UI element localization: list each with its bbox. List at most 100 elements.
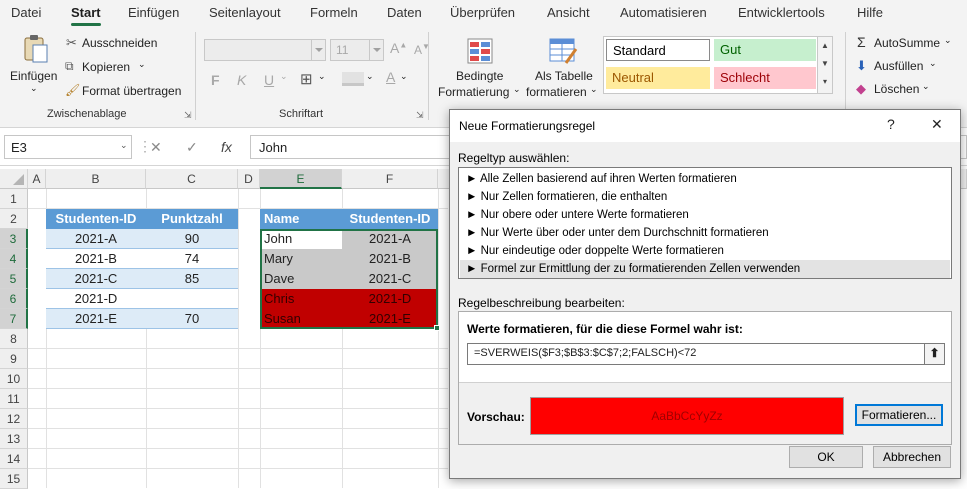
fill-color-dropdown-icon[interactable]: ⌄ (366, 71, 374, 82)
fill-button[interactable]: Ausfüllen (874, 59, 923, 73)
column-header-d[interactable]: D (238, 169, 260, 189)
table2-cell-name-highlighted[interactable]: Chris (260, 289, 342, 309)
row-header[interactable]: 9 (0, 349, 28, 369)
table2-header-name[interactable]: Name (260, 209, 342, 229)
gallery-up-icon[interactable]: ▲ (818, 37, 832, 55)
conditional-formatting-icon[interactable] (466, 37, 494, 65)
insert-function-icon[interactable]: fx (221, 139, 232, 155)
font-launcher-icon[interactable]: ⇲ (416, 110, 424, 121)
autosum-dropdown-icon[interactable]: ⌄ (944, 35, 952, 46)
styles-gallery-scroll[interactable]: ▲ ▼ ▾ (817, 36, 833, 94)
paste-dropdown-icon[interactable]: ⌄ (30, 83, 38, 94)
ruletype-item[interactable]: ► Nur eindeutige oder doppelte Werte for… (460, 242, 950, 260)
table1-cell-score[interactable]: 74 (146, 249, 238, 269)
row-header[interactable]: 7 (0, 309, 28, 329)
format-as-table-label-1[interactable]: Als Tabelle (535, 69, 593, 83)
confirm-icon[interactable]: ✓ (186, 139, 198, 156)
row-header[interactable]: 1 (0, 189, 28, 209)
font-size-combo[interactable]: 11 (330, 39, 384, 61)
font-size-dropdown-icon[interactable] (369, 40, 383, 60)
table2-cell-id[interactable]: 2021-B (342, 249, 438, 269)
row-header[interactable]: 15 (0, 469, 28, 489)
table1-cell-score[interactable] (146, 289, 238, 309)
select-all-corner[interactable] (0, 169, 28, 189)
tab-formeln[interactable]: Formeln (310, 5, 358, 20)
table2-cell-name-active[interactable]: John (260, 229, 342, 249)
underline-dropdown-icon[interactable]: ⌄ (280, 71, 288, 82)
column-header-f[interactable]: F (342, 169, 438, 189)
tab-daten[interactable]: Daten (387, 5, 422, 20)
fill-handle[interactable] (434, 325, 440, 331)
column-header-c[interactable]: C (146, 169, 238, 189)
row-header[interactable]: 2 (0, 209, 28, 229)
font-name-combo[interactable] (204, 39, 326, 61)
fill-color-icon[interactable] (342, 72, 364, 86)
ruletype-item[interactable]: ► Nur Werte über oder unter dem Durchsch… (460, 224, 950, 242)
tab-automatisieren[interactable]: Automatisieren (620, 5, 707, 20)
grow-font-icon[interactable]: A▲ (390, 40, 407, 56)
style-neutral[interactable]: Neutral (606, 67, 710, 89)
close-icon[interactable]: ✕ (931, 116, 943, 133)
name-box-dropdown-icon[interactable]: ⌄ (120, 140, 128, 151)
row-header[interactable]: 5 (0, 269, 28, 289)
gallery-more-icon[interactable]: ▾ (818, 73, 832, 91)
table1-cell-id[interactable]: 2021-C (46, 269, 146, 289)
font-color-dropdown-icon[interactable]: ⌄ (400, 71, 408, 82)
help-icon[interactable]: ? (887, 116, 895, 132)
copy-button[interactable]: Kopieren (82, 60, 130, 74)
ruletype-item[interactable]: ► Nur obere oder untere Werte formatiere… (460, 206, 950, 224)
ruletype-item[interactable]: ► Alle Zellen basierend auf ihren Werten… (460, 170, 950, 188)
format-as-table-button[interactable]: formatieren (526, 85, 587, 99)
style-bad[interactable]: Schlecht (714, 67, 816, 89)
clipboard-launcher-icon[interactable]: ⇲ (184, 110, 192, 121)
clear-dropdown-icon[interactable]: ⌄ (922, 81, 930, 92)
dialog-titlebar[interactable]: Neue Formatierungsregel ? ✕ (450, 110, 960, 142)
table1-cell-id[interactable]: 2021-A (46, 229, 146, 249)
cancel-button[interactable]: Abbrechen (873, 446, 951, 468)
paste-button[interactable]: Einfügen (10, 69, 57, 83)
formula-field[interactable]: =SVERWEIS($F3;$B$3:$C$7;2;FALSCH)<72 ⬆ (467, 343, 945, 365)
ok-button[interactable]: OK (789, 446, 863, 468)
paste-icon[interactable] (22, 34, 50, 64)
row-header[interactable]: 10 (0, 369, 28, 389)
italic-button[interactable]: K (237, 72, 246, 88)
row-header[interactable]: 14 (0, 449, 28, 469)
table2-cell-name[interactable]: Mary (260, 249, 342, 269)
font-name-dropdown-icon[interactable] (311, 40, 325, 60)
table1-cell-id[interactable]: 2021-D (46, 289, 146, 309)
row-header[interactable]: 3 (0, 229, 28, 249)
borders-dropdown-icon[interactable]: ⌄ (318, 71, 326, 82)
conditional-formatting-button[interactable]: Formatierung (438, 85, 509, 99)
format-as-table-dropdown-icon[interactable]: ⌄ (590, 84, 598, 95)
row-header[interactable]: 4 (0, 249, 28, 269)
fill-dropdown-icon[interactable]: ⌄ (929, 58, 937, 69)
table1-cell-score[interactable]: 90 (146, 229, 238, 249)
clear-button[interactable]: Löschen (874, 82, 919, 96)
table1-header-id[interactable]: Studenten-ID (46, 209, 146, 229)
cut-button[interactable]: Ausschneiden (82, 36, 157, 50)
column-header-e[interactable]: E (260, 169, 342, 189)
tab-einfuegen[interactable]: Einfügen (128, 5, 179, 20)
row-header[interactable]: 13 (0, 429, 28, 449)
bold-button[interactable]: F (211, 72, 220, 88)
table1-cell-score[interactable]: 85 (146, 269, 238, 289)
tab-entwicklertools[interactable]: Entwicklertools (738, 5, 825, 20)
format-button[interactable]: Formatieren... (855, 404, 943, 426)
table2-cell-id-highlighted[interactable]: 2021-E (342, 309, 438, 329)
gallery-down-icon[interactable]: ▼ (818, 55, 832, 73)
conditional-formatting-dropdown-icon[interactable]: ⌄ (513, 84, 521, 95)
format-painter-button[interactable]: Format übertragen (82, 84, 181, 98)
copy-dropdown-icon[interactable]: ⌄ (138, 59, 146, 70)
ruletype-item-selected[interactable]: ► Formel zur Ermittlung der zu formatier… (460, 260, 950, 278)
row-header[interactable]: 6 (0, 289, 28, 309)
table1-cell-id[interactable]: 2021-B (46, 249, 146, 269)
tab-datei[interactable]: Datei (11, 5, 41, 20)
table2-cell-id[interactable]: 2021-A (342, 229, 438, 249)
tab-hilfe[interactable]: Hilfe (857, 5, 883, 20)
table2-cell-name[interactable]: Dave (260, 269, 342, 289)
name-box[interactable]: E3 (4, 135, 132, 159)
format-as-table-icon[interactable] (548, 37, 578, 65)
table1-cell-id[interactable]: 2021-E (46, 309, 146, 329)
style-standard[interactable]: Standard (606, 39, 710, 61)
underline-button[interactable]: U (264, 72, 274, 88)
